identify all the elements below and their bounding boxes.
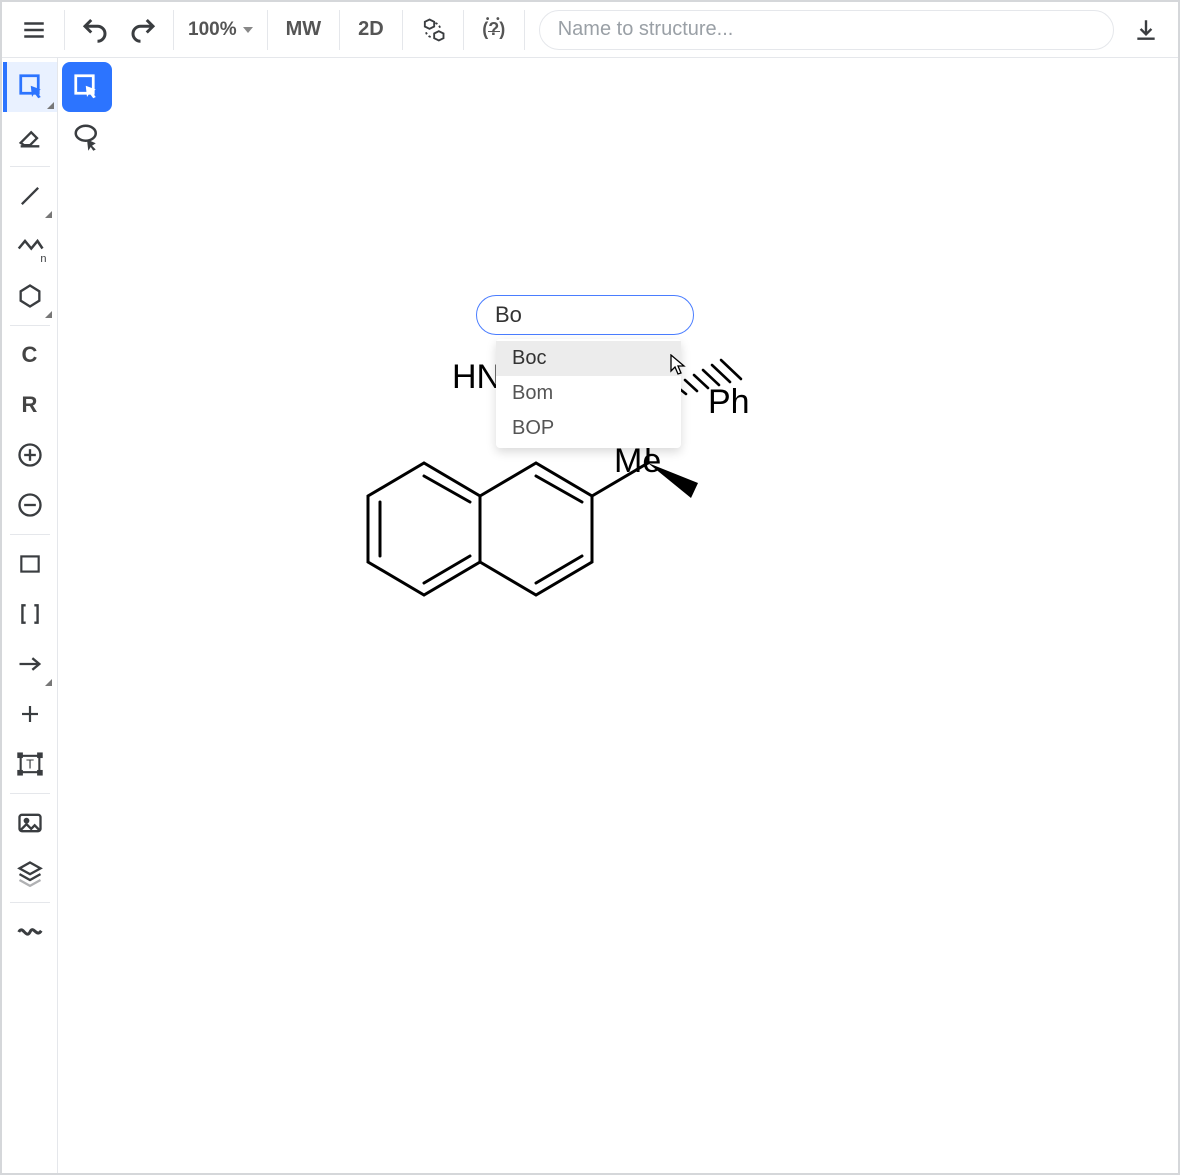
separator: [402, 10, 403, 50]
selection-submenu: [62, 62, 112, 162]
submenu-indicator-icon: [45, 211, 52, 218]
lasso-select-tool[interactable]: [62, 112, 112, 162]
rectangle-select-tool[interactable]: [62, 62, 112, 112]
atom-label-input[interactable]: Bo: [476, 295, 694, 335]
submenu-indicator-icon: [47, 102, 54, 109]
mw-button[interactable]: MW: [274, 6, 334, 54]
submenu-indicator-icon: [45, 679, 52, 686]
separator: [339, 10, 340, 50]
structure-convert-button[interactable]: [409, 6, 457, 54]
carbon-atom-tool[interactable]: C: [5, 330, 55, 380]
caret-down-icon: [243, 27, 253, 33]
r-group-tool[interactable]: R: [5, 380, 55, 430]
brackets-tool[interactable]: [5, 589, 55, 639]
atom-label-value: Bo: [495, 302, 522, 328]
zoom-label: 100%: [188, 19, 237, 41]
ph-label: Ph: [708, 383, 750, 422]
layers-tool[interactable]: [5, 848, 55, 898]
2d-button[interactable]: 2D: [346, 6, 396, 54]
image-tool[interactable]: [5, 798, 55, 848]
autocomplete-list: Boc Bom BOP: [496, 339, 681, 448]
selection-tool[interactable]: [3, 62, 57, 112]
undo-button[interactable]: [71, 6, 119, 54]
separator: [10, 902, 50, 903]
plus-tool[interactable]: [5, 689, 55, 739]
freehand-tool[interactable]: [5, 907, 55, 957]
separator: [10, 793, 50, 794]
separator: [64, 10, 65, 50]
separator: [10, 325, 50, 326]
zoom-dropdown[interactable]: 100%: [180, 19, 261, 41]
top-toolbar: 100% MW 2D • • (?): [2, 2, 1178, 58]
hn-label: HN: [452, 358, 501, 397]
mouse-cursor-icon: [670, 354, 688, 378]
separator: [267, 10, 268, 50]
separator: [10, 166, 50, 167]
arrow-tool[interactable]: [5, 639, 55, 689]
bond-tool[interactable]: [5, 171, 55, 221]
ring-tool[interactable]: [5, 271, 55, 321]
separator: [463, 10, 464, 50]
text-box-tool[interactable]: T: [5, 739, 55, 789]
submenu-indicator-icon: [45, 311, 52, 318]
menu-button[interactable]: [10, 6, 58, 54]
separator: [173, 10, 174, 50]
download-button[interactable]: [1122, 6, 1170, 54]
svg-text:T: T: [26, 757, 34, 772]
charge-plus-tool[interactable]: [5, 430, 55, 480]
erase-tool[interactable]: [5, 112, 55, 162]
rectangle-tool[interactable]: [5, 539, 55, 589]
autocomplete-item[interactable]: BOP: [496, 411, 681, 446]
separator: [10, 534, 50, 535]
drawing-canvas[interactable]: HN Ph Me Bo Boc Bom BOP: [58, 58, 1178, 1173]
query-button[interactable]: • • (?): [470, 6, 518, 54]
name-to-structure-input[interactable]: [539, 10, 1114, 50]
redo-button[interactable]: [119, 6, 167, 54]
chain-tool[interactable]: n: [5, 221, 55, 271]
autocomplete-item[interactable]: Bom: [496, 376, 681, 411]
charge-minus-tool[interactable]: [5, 480, 55, 530]
left-toolbar: n C R T: [2, 58, 58, 1173]
autocomplete-item[interactable]: Boc: [496, 341, 681, 376]
separator: [524, 10, 525, 50]
